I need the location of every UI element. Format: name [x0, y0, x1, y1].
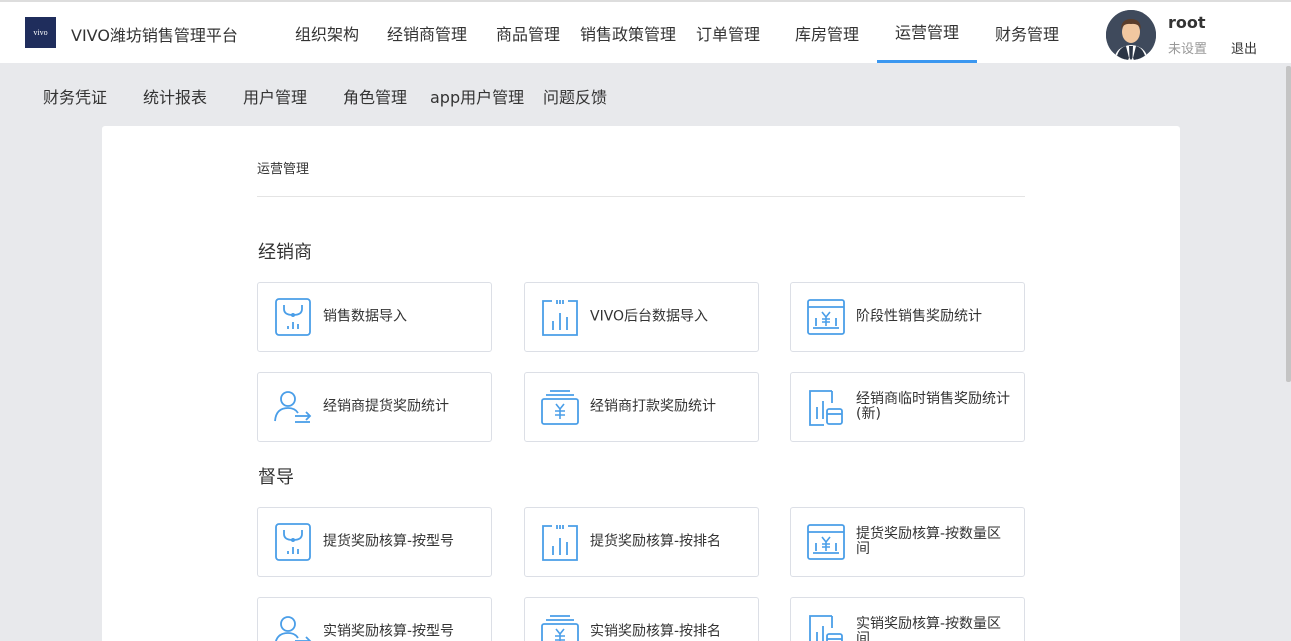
subnav-statistics-report[interactable]: 统计报表: [143, 84, 207, 108]
card-actual-sales-reward-by-quantity-range[interactable]: 实销奖励核算-按数量区间: [790, 597, 1025, 641]
nav-operations-management[interactable]: 运营管理: [877, 2, 977, 63]
card-sales-data-import[interactable]: 销售数据导入: [257, 282, 492, 352]
card-dealer-temp-sales-reward-stats[interactable]: 经销商临时销售奖励统计(新): [790, 372, 1025, 442]
section-title-dealer: 经销商: [258, 242, 312, 263]
user-settings-link[interactable]: 未设置: [1168, 38, 1207, 57]
card-pickup-reward-by-rank[interactable]: 提货奖励核算-按排名: [524, 507, 759, 577]
user-avatar-icon: [1106, 10, 1156, 60]
card-label: 阶段性销售奖励统计: [856, 308, 982, 325]
chart-card-icon: [809, 390, 843, 426]
user-transfer-icon: [275, 616, 312, 641]
logout-link[interactable]: 退出: [1231, 38, 1257, 57]
nav-org-structure[interactable]: 组织架构: [286, 2, 368, 63]
bar-chart-icon: [542, 525, 578, 561]
username: root: [1168, 13, 1206, 32]
nav-order-management[interactable]: 订单管理: [686, 2, 770, 63]
subnav-user-management[interactable]: 用户管理: [243, 84, 307, 108]
card-actual-sales-reward-by-rank[interactable]: 实销奖励核算-按排名: [524, 597, 759, 641]
user-transfer-icon: [274, 391, 312, 423]
card-label: 经销商提货奖励统计: [323, 398, 449, 415]
yen-wallet-icon: [541, 615, 579, 641]
card-label: VIVO后台数据导入: [590, 308, 709, 325]
card-label: 实销奖励核算-按数量区间: [856, 616, 1002, 641]
nav-dealer-management[interactable]: 经销商管理: [377, 2, 477, 63]
avatar[interactable]: [1106, 10, 1156, 60]
subnav-feedback[interactable]: 问题反馈: [543, 84, 607, 108]
section-title-supervisor: 督导: [258, 467, 294, 488]
subnav-role-management[interactable]: 角色管理: [343, 84, 407, 108]
panel-title: 运营管理: [257, 162, 310, 177]
yen-screen-icon: [807, 299, 845, 335]
card-label: 经销商打款奖励统计: [590, 398, 716, 415]
yen-screen-icon: [807, 524, 845, 560]
bar-chart-icon: [542, 300, 578, 336]
card-dealer-pickup-reward-stats[interactable]: 经销商提货奖励统计: [257, 372, 492, 442]
card-label: 提货奖励核算-按数量区间: [856, 526, 1002, 557]
nav-warehouse-management[interactable]: 库房管理: [777, 2, 877, 63]
card-actual-sales-reward-by-model[interactable]: 实销奖励核算-按型号: [257, 597, 492, 641]
card-label: 实销奖励核算-按排名: [590, 623, 722, 640]
sales-import-icon: [275, 523, 311, 561]
card-label: 提货奖励核算-按排名: [590, 533, 722, 550]
card-label: 销售数据导入: [323, 308, 407, 325]
card-label: 提货奖励核算-按型号: [323, 533, 455, 550]
app-title: VIVO潍坊销售管理平台: [71, 26, 238, 45]
card-vivo-backend-data-import[interactable]: VIVO后台数据导入: [524, 282, 759, 352]
card-pickup-reward-by-model[interactable]: 提货奖励核算-按型号: [257, 507, 492, 577]
divider: [257, 196, 1025, 197]
card-label: 实销奖励核算-按型号: [323, 623, 455, 640]
subnav-financial-voucher[interactable]: 财务凭证: [43, 84, 107, 108]
yen-wallet-icon: [541, 390, 579, 425]
card-label: 经销商临时销售奖励统计(新): [856, 391, 1010, 422]
top-header: vivo VIVO潍坊销售管理平台 组织架构 经销商管理 商品管理 销售政策管理…: [0, 0, 1291, 63]
sales-import-icon: [275, 298, 311, 336]
subnav-app-user-management[interactable]: app用户管理: [430, 84, 524, 108]
nav-finance-management[interactable]: 财务管理: [977, 2, 1077, 63]
card-dealer-payment-reward-stats[interactable]: 经销商打款奖励统计: [524, 372, 759, 442]
scrollbar-thumb[interactable]: [1286, 66, 1291, 382]
nav-product-management[interactable]: 商品管理: [486, 2, 570, 63]
nav-sales-policy[interactable]: 销售政策管理: [576, 2, 680, 63]
card-phased-sales-reward-stats[interactable]: 阶段性销售奖励统计: [790, 282, 1025, 352]
chart-card-icon: [809, 615, 843, 641]
card-pickup-reward-by-quantity-range[interactable]: 提货奖励核算-按数量区间: [790, 507, 1025, 577]
vivo-logo: vivo: [25, 17, 56, 48]
